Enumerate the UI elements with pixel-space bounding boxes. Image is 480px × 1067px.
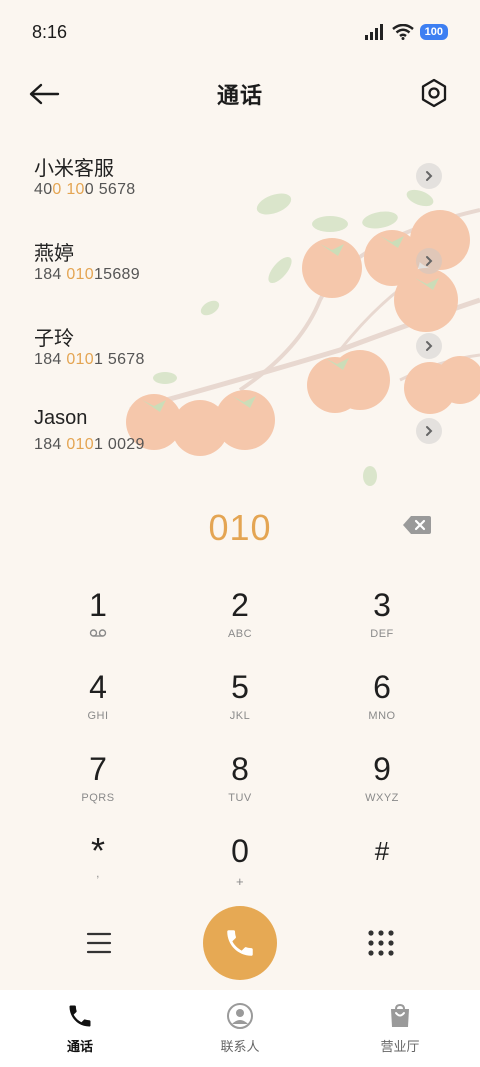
menu-button[interactable] [82,926,116,960]
backspace-button[interactable] [402,515,434,539]
call-button[interactable] [203,906,277,980]
phone-icon [69,1005,91,1027]
contact-detail-button[interactable] [416,418,442,444]
key-letters: WXYZ [365,792,399,804]
key-digit: 6 [373,669,391,705]
contact-number: 184 01015689 [34,266,140,283]
tab-label: 营业厅 [380,1039,420,1054]
chevron-right-icon [426,256,433,266]
person-icon [227,1003,253,1029]
voicemail-icon [89,629,107,637]
contact-detail-button[interactable] [416,333,442,359]
key-8[interactable]: 8 TUV [170,744,310,826]
header: 通话 [0,66,480,122]
key-1[interactable]: 1 [28,580,168,662]
tab-label: 联系人 [220,1039,260,1054]
keypad-toggle-button[interactable] [364,926,398,960]
menu-icon [86,932,112,954]
key-letters: JKL [229,710,251,722]
battery-indicator: 100 [419,24,448,40]
key-digit: 9 [373,751,391,787]
tab-calls[interactable]: 通话 [0,990,160,1067]
key-letters: , [96,868,100,880]
key-hash[interactable]: # [312,826,452,908]
chevron-right-icon [426,426,433,436]
key-4[interactable]: 4 GHI [28,662,168,744]
key-star[interactable]: * , [28,826,168,908]
key-3[interactable]: 3 DEF [312,580,452,662]
key-digit: 7 [89,751,107,787]
contact-number: 400 100 5678 [34,181,136,198]
page-title: 通话 [216,83,263,108]
contact-detail-button[interactable] [416,163,442,189]
signal-icon [364,24,383,40]
key-digit: 3 [373,587,391,623]
contact-suggestions: 小米客服 400 100 5678 燕婷 184 01015689 子玲 184… [0,140,480,480]
key-digit: 8 [231,751,249,787]
key-letters: TUV [228,792,252,804]
dialer-actions [0,904,480,982]
contact-row[interactable]: Jason 184 0101 0029 [0,395,480,480]
key-5[interactable]: 5 JKL [170,662,310,744]
back-button[interactable] [28,78,68,110]
status-icons: 100 [364,24,448,40]
backspace-icon [403,516,431,534]
key-letters: DEF [370,628,394,640]
key-digit: 1 [89,587,107,623]
back-arrow-icon [29,83,60,105]
gear-icon [421,78,447,108]
key-digit: 4 [89,669,107,705]
tab-label: 通话 [66,1039,93,1054]
key-digit: # [374,836,390,866]
key-letters: + [235,874,245,889]
key-digit: 5 [231,669,249,705]
chevron-right-icon [426,171,433,181]
key-letters: PQRS [81,792,115,804]
status-time: 8:16 [32,21,68,42]
chevron-right-icon [426,341,433,351]
phone-icon [227,930,253,956]
status-bar: 8:16 100 [0,0,480,64]
dialpad-icon [368,930,394,956]
contact-row[interactable]: 燕婷 184 01015689 [0,225,480,310]
contact-row[interactable]: 小米客服 400 100 5678 [0,140,480,225]
contact-name: 小米客服 [34,158,114,180]
key-digit: * [90,830,105,871]
key-9[interactable]: 9 WXYZ [312,744,452,826]
contact-name: 燕婷 [34,243,74,265]
key-2[interactable]: 2 ABC [170,580,310,662]
contact-detail-button[interactable] [416,248,442,274]
bottom-tab-bar: 通话 联系人 营业厅 [0,990,480,1067]
settings-button[interactable] [418,76,450,110]
key-digit: 2 [231,587,249,623]
key-letters: ABC [227,628,253,640]
contact-number: 184 0101 0029 [34,436,145,453]
wifi-icon [391,24,414,40]
contact-name: 子玲 [34,328,74,350]
key-letters: MNO [368,710,396,722]
contact-name: Jason [34,407,88,429]
key-digit: 0 [231,833,249,869]
key-0[interactable]: 0 + [170,826,310,908]
contact-row[interactable]: 子玲 184 0101 5678 [0,310,480,395]
tab-contacts[interactable]: 联系人 [160,990,320,1067]
tab-service-hall[interactable]: 营业厅 [320,990,480,1067]
dial-keypad: 1 2 ABC 3 DEF 4 GHI 5 JKL 6 MNO 7 PQRS 8… [28,580,452,908]
shopping-bag-icon [391,1003,409,1027]
key-letters: GHI [87,710,109,722]
key-6[interactable]: 6 MNO [312,662,452,744]
key-7[interactable]: 7 PQRS [28,744,168,826]
contact-number: 184 0101 5678 [34,351,145,368]
